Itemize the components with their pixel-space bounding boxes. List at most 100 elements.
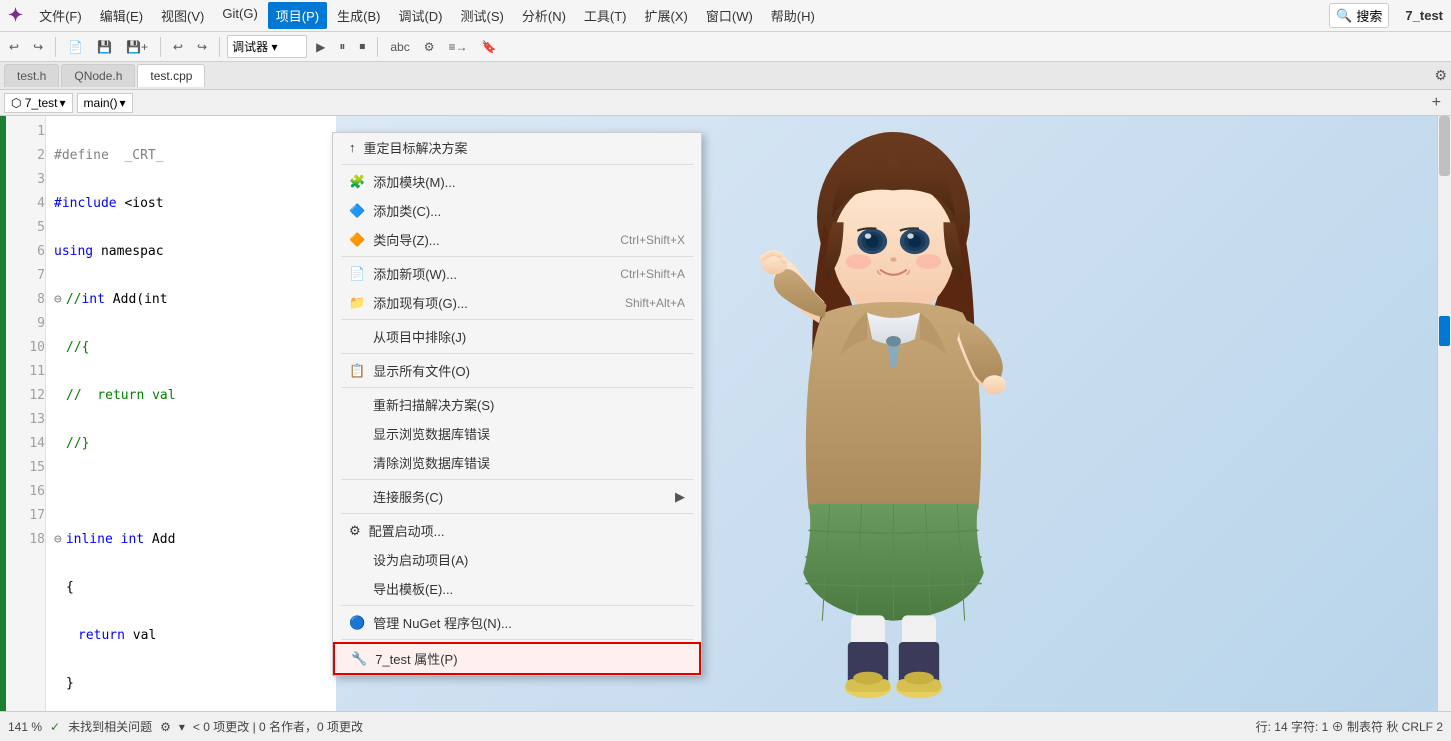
- toolbar-spelling[interactable]: abc: [385, 37, 414, 57]
- tab-test-h[interactable]: test.h: [4, 64, 59, 87]
- git-status-text: < 0 项更改 | 0 名作者，0 项更改: [193, 718, 363, 735]
- toolbar-save-all[interactable]: 💾+: [121, 37, 153, 57]
- rescan-label: 重新扫描解决方案(S): [373, 395, 494, 414]
- toolbar-back[interactable]: ↩: [4, 37, 24, 57]
- toolbar-redo[interactable]: ↪: [192, 37, 212, 57]
- line-numbers: 12345 678910 1112131415 161718: [6, 116, 46, 711]
- search-icon: 🔍: [1336, 8, 1352, 24]
- exclude-label: 从项目中排除(J): [373, 327, 466, 346]
- toolbar-forward[interactable]: ↪: [28, 37, 48, 57]
- menu-separator-2: [341, 256, 693, 257]
- menu-connect-service[interactable]: 连接服务(C) ▶: [333, 482, 701, 511]
- menu-extensions[interactable]: 扩展(X): [637, 2, 696, 29]
- menu-analyze[interactable]: 分析(N): [514, 2, 574, 29]
- menu-clear-browse-errors[interactable]: 清除浏览数据库错误: [333, 448, 701, 477]
- menu-edit[interactable]: 编辑(E): [92, 2, 151, 29]
- show-all-files-label: 显示所有文件(O): [373, 361, 470, 380]
- menu-debug[interactable]: 调试(D): [390, 2, 450, 29]
- right-scrollbar[interactable]: [1437, 116, 1451, 711]
- menu-class-wizard[interactable]: 🔶 类向导(Z)... Ctrl+Shift+X: [333, 225, 701, 254]
- menu-show-all-files[interactable]: 📋 显示所有文件(O): [333, 356, 701, 385]
- code-line-9: ⊖inline int Add: [54, 528, 328, 552]
- toolbar-new[interactable]: 📄: [63, 37, 88, 57]
- tab-settings-icon[interactable]: ⚙: [1434, 67, 1447, 84]
- toolbar-separator-3: [219, 37, 220, 57]
- menu-separator-1: [341, 164, 693, 165]
- menu-separator-8: [341, 605, 693, 606]
- file-selector-label: ⬡ 7_test: [11, 96, 58, 110]
- menu-add-existing-item[interactable]: 📁 添加现有项(G)... Shift+Alt+A: [333, 288, 701, 317]
- menu-build[interactable]: 生成(B): [329, 2, 388, 29]
- menu-add-module[interactable]: 🧩 添加模块(M)...: [333, 167, 701, 196]
- add-existing-shortcut: Shift+Alt+A: [625, 296, 685, 310]
- toolbar-separator-4: [377, 37, 378, 57]
- file-selector[interactable]: ⬡ 7_test ▾: [4, 93, 73, 113]
- search-box[interactable]: 🔍 搜索: [1329, 3, 1389, 28]
- properties-label: 7_test 属性(P): [375, 649, 457, 668]
- tab-test-cpp[interactable]: test.cpp: [137, 64, 205, 87]
- scrollbar-thumb[interactable]: [1439, 116, 1450, 176]
- menu-configure-startup[interactable]: ⚙ 配置启动项...: [333, 516, 701, 545]
- menu-exclude-from-project[interactable]: 从项目中排除(J): [333, 322, 701, 351]
- menu-file[interactable]: 文件(F): [31, 2, 90, 29]
- menu-set-startup[interactable]: 设为启动项目(A): [333, 545, 701, 574]
- menu-help[interactable]: 帮助(H): [763, 2, 823, 29]
- properties-icon: 🔧: [351, 651, 367, 667]
- toolbar-indent[interactable]: ≡→: [444, 37, 473, 57]
- editor-add-button[interactable]: +: [1426, 94, 1447, 112]
- code-line-10: {: [54, 576, 328, 600]
- tab-qnode-h[interactable]: QNode.h: [61, 64, 135, 87]
- function-selector[interactable]: main() ▾: [77, 93, 133, 113]
- toolbar-stop[interactable]: ⏹: [354, 36, 370, 57]
- toolbar-save[interactable]: 💾: [92, 37, 117, 57]
- menu-add-new-item[interactable]: 📄 添加新项(W)... Ctrl+Shift+A: [333, 259, 701, 288]
- add-existing-icon: 📁: [349, 295, 365, 311]
- editor-header: ⬡ 7_test ▾ main() ▾ +: [0, 90, 1451, 116]
- toolbar-separator-1: [55, 37, 56, 57]
- menu-separator-3: [341, 319, 693, 320]
- title-bar: ✦ 文件(F) 编辑(E) 视图(V) Git(G) 项目(P) 生成(B) 调…: [0, 0, 1451, 32]
- menu-add-class[interactable]: 🔷 添加类(C)...: [333, 196, 701, 225]
- debug-config-label: 调试器 ▾: [232, 38, 277, 55]
- git-settings-icon[interactable]: ⚙: [160, 720, 171, 734]
- code-line-6: // return val: [54, 384, 328, 408]
- debug-config-dropdown[interactable]: 调试器 ▾: [227, 35, 307, 58]
- status-left: 141 % ✓ 未找到相关问题 ⚙ ▾ < 0 项更改 | 0 名作者，0 项更…: [8, 718, 363, 735]
- add-existing-label: 添加现有项(G)...: [373, 293, 468, 312]
- menu-bar: 文件(F) 编辑(E) 视图(V) Git(G) 项目(P) 生成(B) 调试(…: [31, 2, 823, 29]
- zoom-control[interactable]: 141 %: [8, 720, 42, 734]
- add-module-icon: 🧩: [349, 174, 365, 190]
- toolbar-settings[interactable]: ⚙: [419, 37, 440, 57]
- menu-show-browse-errors[interactable]: 显示浏览数据库错误: [333, 419, 701, 448]
- menu-properties[interactable]: 🔧 7_test 属性(P): [333, 642, 701, 675]
- menu-manage-nuget[interactable]: 🔵 管理 NuGet 程序包(N)...: [333, 608, 701, 637]
- menu-export-template[interactable]: 导出模板(E)...: [333, 574, 701, 603]
- code-line-5: //{: [54, 336, 328, 360]
- connect-label: 连接服务(C): [373, 487, 443, 506]
- menu-tools[interactable]: 工具(T): [576, 2, 635, 29]
- add-class-icon: 🔷: [349, 203, 365, 219]
- menu-window[interactable]: 窗口(W): [698, 2, 761, 29]
- code-line-4: ⊖//int Add(int: [54, 288, 328, 312]
- toolbar-run[interactable]: ▶: [311, 37, 330, 57]
- menu-view[interactable]: 视图(V): [153, 2, 212, 29]
- main-area: 12345 678910 1112131415 161718 #define _…: [0, 116, 1451, 711]
- menu-rescan-solution[interactable]: 重新扫描解决方案(S): [333, 390, 701, 419]
- toolbar-bookmark[interactable]: 🔖: [477, 37, 502, 57]
- show-browse-label: 显示浏览数据库错误: [373, 424, 490, 443]
- menu-separator-7: [341, 513, 693, 514]
- menu-test[interactable]: 测试(S): [453, 2, 512, 29]
- set-startup-label: 设为启动项目(A): [373, 550, 468, 569]
- toolbar-undo[interactable]: ↩: [168, 37, 188, 57]
- code-line-3: using namespac: [54, 240, 328, 264]
- scrollbar-accent-thumb[interactable]: [1439, 316, 1450, 346]
- menu-retarget[interactable]: ↑ 重定目标解决方案: [333, 133, 701, 162]
- nuget-icon: 🔵: [349, 615, 365, 631]
- toolbar-pause[interactable]: ⏸: [334, 36, 350, 57]
- code-editor[interactable]: 12345 678910 1112131415 161718 #define _…: [6, 116, 336, 711]
- code-line-2: #include <iost: [54, 192, 328, 216]
- menu-project[interactable]: 项目(P): [268, 2, 327, 29]
- menu-git[interactable]: Git(G): [214, 2, 265, 29]
- menu-separator-5: [341, 387, 693, 388]
- menu-separator-9: [341, 639, 693, 640]
